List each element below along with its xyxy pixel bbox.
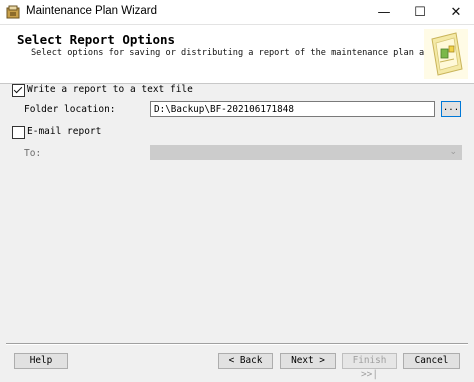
maximize-icon: ☐: [414, 4, 426, 20]
back-button[interactable]: < Back: [218, 353, 273, 369]
help-button[interactable]: Help: [14, 353, 68, 369]
page-subtitle: Select options for saving or distributin…: [31, 48, 461, 58]
minimize-icon: —: [377, 4, 391, 20]
next-button[interactable]: Next >: [280, 353, 336, 369]
report-document-icon: [424, 29, 468, 79]
minimize-button[interactable]: —: [366, 0, 402, 24]
write-text-report-checkbox[interactable]: [12, 84, 25, 97]
window-title: Maintenance Plan Wizard: [26, 5, 158, 17]
email-to-select[interactable]: ⌄: [150, 145, 462, 160]
maximize-button[interactable]: ☐: [402, 0, 438, 24]
folder-location-field[interactable]: D:\Backup\BF-202106171848: [150, 101, 435, 117]
email-to-label: To:: [24, 148, 42, 159]
email-report-label[interactable]: E-mail report: [27, 126, 101, 137]
browse-folder-button[interactable]: ...: [441, 101, 461, 117]
close-icon: ✕: [450, 4, 462, 20]
page-title: Select Report Options: [17, 32, 176, 47]
finish-button[interactable]: Finish >>|: [342, 353, 397, 380]
chevron-down-icon: ⌄: [449, 147, 457, 157]
wizard-header: Select Report Options Select options for…: [0, 25, 474, 84]
title-bar: Maintenance Plan Wizard — ☐ ✕: [0, 0, 474, 25]
folder-location-label: Folder location:: [24, 104, 116, 115]
close-button[interactable]: ✕: [438, 0, 474, 24]
write-text-report-label[interactable]: Write a report to a text file: [27, 84, 193, 95]
email-report-checkbox[interactable]: [12, 126, 25, 139]
cancel-button[interactable]: Cancel: [403, 353, 460, 369]
maintenance-wizard-app-icon: [6, 5, 20, 19]
footer-separator: [6, 343, 468, 345]
